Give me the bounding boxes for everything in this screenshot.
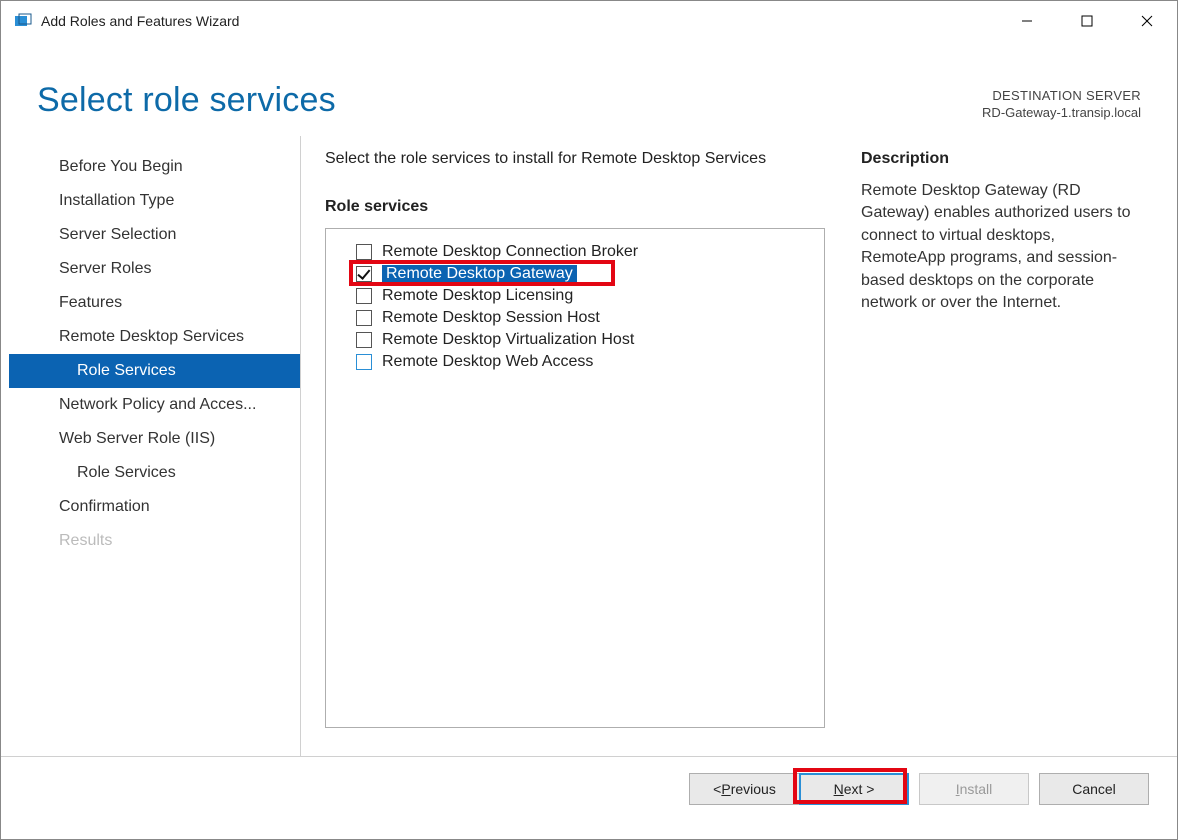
role-service-row[interactable]: Remote Desktop Virtualization Host — [356, 331, 808, 349]
content-area: Select the role services to install for … — [301, 136, 1177, 756]
app-icon — [13, 11, 33, 31]
role-service-row[interactable]: Remote Desktop Licensing — [356, 287, 808, 305]
wizard-step-1[interactable]: Installation Type — [9, 184, 300, 218]
previous-button-text: revious — [731, 781, 776, 797]
install-button: Install — [919, 773, 1029, 805]
wizard-steps-sidebar: Before You BeginInstallation TypeServer … — [9, 136, 301, 756]
wizard-footer: < Previous Next > Install Cancel — [1, 756, 1177, 820]
main-area: Before You BeginInstallation TypeServer … — [1, 136, 1177, 756]
wizard-step-4[interactable]: Features — [9, 286, 300, 320]
minimize-button[interactable] — [997, 1, 1057, 41]
role-services-label: Role services — [325, 198, 825, 216]
cancel-button[interactable]: Cancel — [1039, 773, 1149, 805]
wizard-step-0[interactable]: Before You Begin — [9, 150, 300, 184]
role-services-listbox[interactable]: Remote Desktop Connection Broker Remote D… — [325, 228, 825, 728]
description-label: Description — [861, 150, 1141, 168]
checkbox[interactable] — [356, 244, 372, 260]
next-button-text: ext > — [844, 781, 875, 797]
window-controls — [997, 1, 1177, 41]
previous-button[interactable]: < Previous — [689, 773, 799, 805]
titlebar: Add Roles and Features Wizard — [1, 1, 1177, 41]
next-accesskey: N — [834, 781, 844, 797]
role-services-column: Select the role services to install for … — [325, 150, 825, 756]
role-service-row[interactable]: Remote Desktop Connection Broker — [356, 243, 808, 261]
wizard-step-7[interactable]: Network Policy and Acces... — [9, 388, 300, 422]
role-service-label: Remote Desktop Web Access — [382, 353, 593, 371]
close-button[interactable] — [1117, 1, 1177, 41]
page-title: Select role services — [37, 81, 336, 120]
wizard-step-5[interactable]: Remote Desktop Services — [9, 320, 300, 354]
next-button[interactable]: Next > — [799, 773, 909, 805]
role-service-label: Remote Desktop Licensing — [382, 287, 573, 305]
role-service-row[interactable]: Remote Desktop Web Access — [356, 353, 808, 371]
description-text: Remote Desktop Gateway (RD Gateway) enab… — [861, 180, 1141, 314]
wizard-step-9[interactable]: Role Services — [9, 456, 300, 490]
checkbox[interactable] — [356, 288, 372, 304]
checkbox[interactable] — [356, 310, 372, 326]
wizard-step-6[interactable]: Role Services — [9, 354, 300, 388]
wizard-step-11: Results — [9, 524, 300, 558]
description-column: Description Remote Desktop Gateway (RD G… — [825, 150, 1153, 756]
page-header: Select role services DESTINATION SERVER … — [1, 41, 1177, 136]
destination-server-value: RD-Gateway-1.transip.local — [982, 105, 1141, 120]
role-service-row[interactable]: Remote Desktop Session Host — [356, 309, 808, 327]
checkbox[interactable] — [356, 354, 372, 370]
window-title: Add Roles and Features Wizard — [41, 13, 997, 29]
checkbox[interactable] — [356, 266, 372, 282]
destination-server-label: DESTINATION SERVER — [982, 88, 1141, 103]
previous-accesskey: P — [721, 781, 730, 797]
install-button-text: nstall — [960, 781, 993, 797]
wizard-step-8[interactable]: Web Server Role (IIS) — [9, 422, 300, 456]
destination-server-block: DESTINATION SERVER RD-Gateway-1.transip.… — [982, 88, 1141, 120]
wizard-step-3[interactable]: Server Roles — [9, 252, 300, 286]
nav-button-pair: < Previous Next > — [689, 773, 909, 805]
checkbox[interactable] — [356, 332, 372, 348]
wizard-step-2[interactable]: Server Selection — [9, 218, 300, 252]
role-service-label: Remote Desktop Connection Broker — [382, 243, 638, 261]
instruction-text: Select the role services to install for … — [325, 150, 825, 168]
wizard-step-10[interactable]: Confirmation — [9, 490, 300, 524]
role-service-label: Remote Desktop Gateway — [382, 265, 577, 283]
role-service-label: Remote Desktop Session Host — [382, 309, 600, 327]
role-service-row[interactable]: Remote Desktop Gateway — [356, 265, 808, 283]
maximize-button[interactable] — [1057, 1, 1117, 41]
role-service-label: Remote Desktop Virtualization Host — [382, 331, 634, 349]
